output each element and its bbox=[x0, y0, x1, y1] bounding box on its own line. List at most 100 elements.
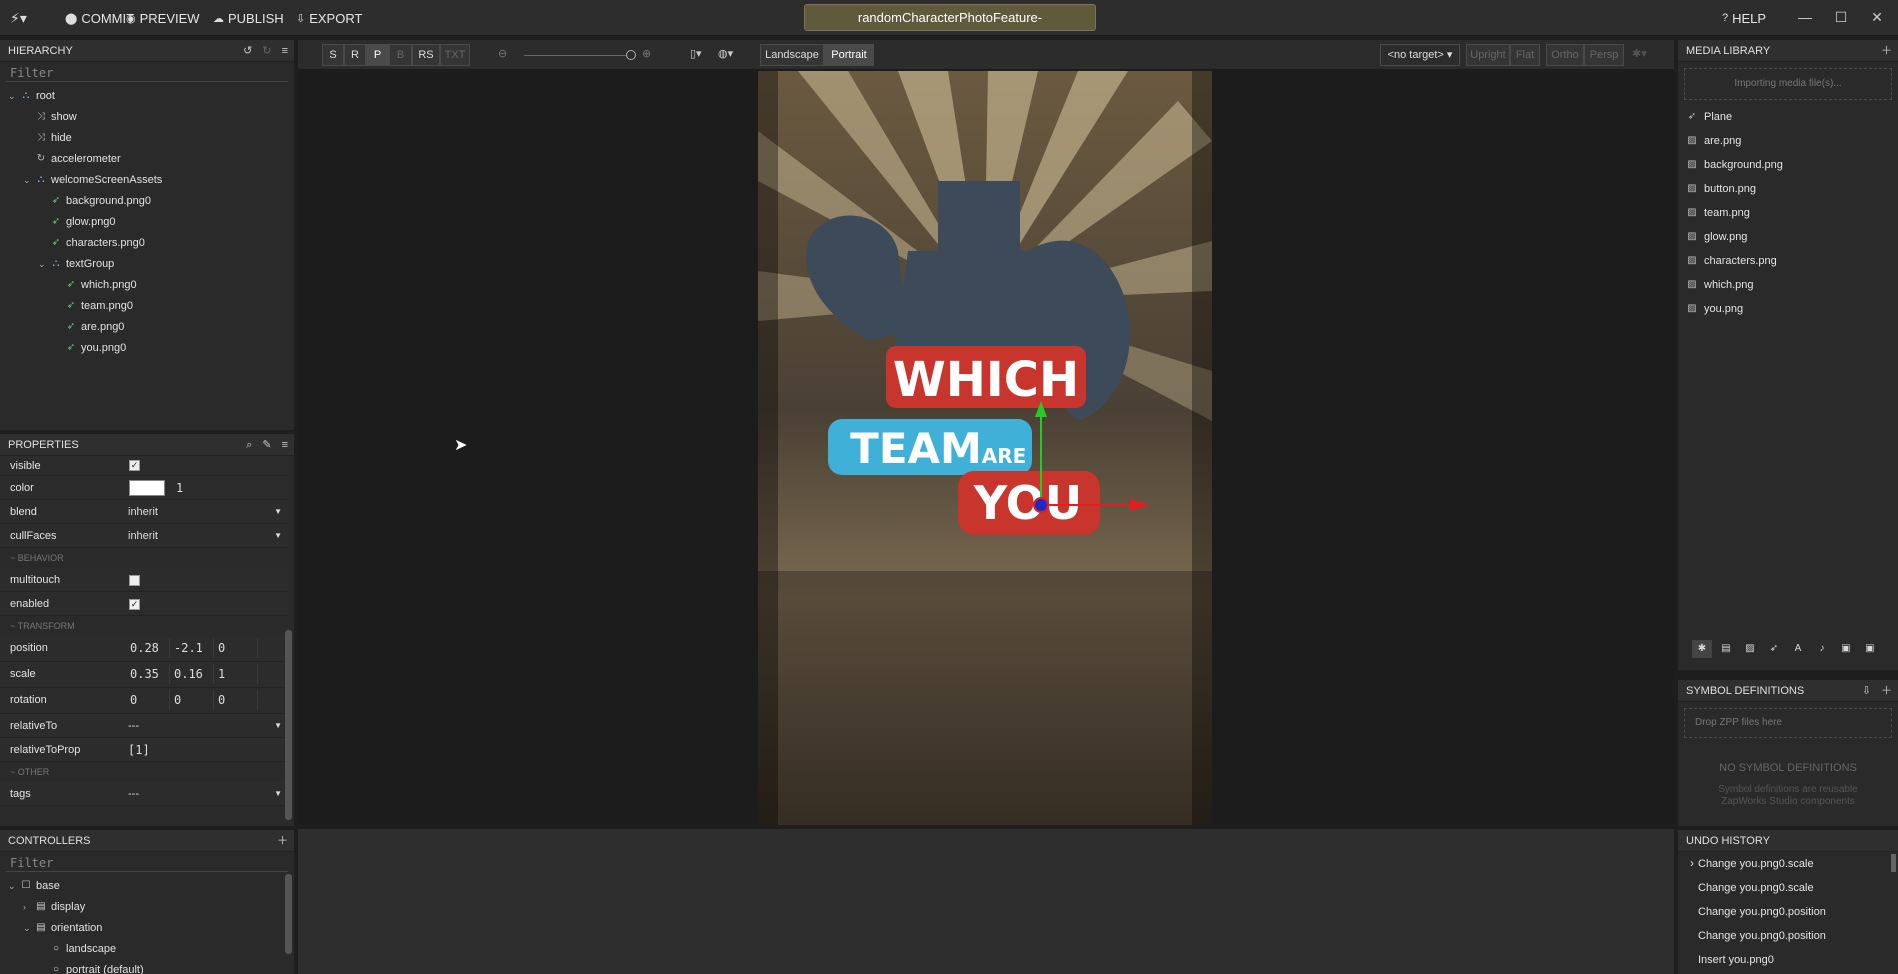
multitouch-checkbox[interactable] bbox=[129, 575, 140, 586]
undo-item[interactable]: Change you.png0.scale bbox=[1698, 878, 1814, 898]
enabled-checkbox[interactable]: ✓ bbox=[129, 599, 140, 610]
export-button[interactable]: ⇩ EXPORT bbox=[296, 10, 362, 26]
scale-y-input[interactable]: 0.16 bbox=[172, 664, 214, 684]
hierarchy-item-show[interactable]: ⤨ show bbox=[23, 108, 77, 126]
color-swatch[interactable] bbox=[129, 480, 165, 496]
chevron-right-icon[interactable]: › bbox=[23, 898, 31, 916]
file-filter-icon[interactable]: ▤ bbox=[1716, 640, 1736, 658]
media-filter-icon[interactable]: ▣ bbox=[1860, 640, 1880, 658]
add-icon[interactable]: ＋ bbox=[277, 830, 288, 852]
tool-b-button[interactable]: B bbox=[389, 44, 412, 66]
undo-item[interactable]: Change you.png0.scale bbox=[1698, 854, 1814, 874]
hierarchy-item-are-png0[interactable]: ➶ are.png0 bbox=[53, 318, 125, 336]
relativetoprop-value[interactable]: [1] bbox=[128, 740, 150, 760]
tool-s-button[interactable]: S bbox=[322, 44, 344, 66]
hierarchy-item-you-png0[interactable]: ➶ you.png0 bbox=[53, 339, 126, 357]
pencil-icon[interactable]: ✎ bbox=[262, 434, 271, 456]
hierarchy-item-welcomescreenassets[interactable]: ⌄ ⛬ welcomeScreenAssets bbox=[23, 171, 162, 189]
relativeto-select[interactable]: --- ▼ bbox=[128, 716, 286, 736]
zoom-out-icon[interactable]: ⊖ bbox=[498, 47, 507, 60]
help-button[interactable]: ? HELP bbox=[1722, 10, 1766, 26]
flat-button[interactable]: Flat bbox=[1510, 44, 1540, 66]
minimize-icon[interactable]: — bbox=[1793, 6, 1817, 28]
visible-checkbox[interactable]: ✓ bbox=[129, 460, 140, 471]
media-item-button-png[interactable]: ▨ button.png bbox=[1686, 179, 1756, 199]
gear-icon[interactable]: ✱▾ bbox=[1632, 47, 1647, 60]
controllers-scrollbar[interactable] bbox=[285, 874, 292, 954]
upright-button[interactable]: Upright bbox=[1466, 44, 1510, 66]
zpp-dropzone[interactable]: Drop ZPP files here bbox=[1684, 708, 1892, 738]
position-y-input[interactable]: -2.1 bbox=[172, 638, 214, 658]
hierarchy-item-characters-png0[interactable]: ➶ characters.png0 bbox=[38, 234, 145, 252]
hierarchy-item-hide[interactable]: ⤨ hide bbox=[23, 129, 72, 147]
zoom-slider-handle[interactable] bbox=[626, 50, 636, 60]
ortho-button[interactable]: Ortho bbox=[1546, 44, 1584, 66]
hierarchy-item-glow-png0[interactable]: ➶ glow.png0 bbox=[38, 213, 116, 231]
close-icon[interactable]: ✕ bbox=[1865, 6, 1889, 28]
redo-icon[interactable]: ↻ bbox=[262, 40, 271, 62]
font-filter-icon[interactable]: A bbox=[1788, 640, 1808, 658]
tool-p-button[interactable]: P bbox=[366, 44, 389, 66]
chevron-down-icon[interactable]: ⌄ bbox=[8, 877, 16, 895]
hierarchy-item-team-png0[interactable]: ➶ team.png0 bbox=[53, 297, 133, 315]
document-title[interactable]: randomCharacterPhotoFeature- bbox=[804, 4, 1096, 31]
tool-rs-button[interactable]: RS bbox=[412, 44, 440, 66]
controller-item-display[interactable]: › ▤ display bbox=[23, 898, 85, 916]
properties-scrollbar[interactable] bbox=[285, 630, 292, 820]
media-item-team-png[interactable]: ▨ team.png bbox=[1686, 203, 1750, 223]
chevron-down-icon[interactable]: ⌄ bbox=[23, 919, 31, 937]
media-item-plane[interactable]: ➶ Plane bbox=[1686, 107, 1732, 127]
cullfaces-select[interactable]: inherit ▼ bbox=[128, 526, 286, 546]
media-import-dropzone[interactable]: Importing media file(s)... bbox=[1684, 68, 1892, 100]
zoom-in-icon[interactable]: ⊕ bbox=[642, 47, 651, 60]
add-icon[interactable]: ＋ bbox=[1881, 40, 1892, 62]
undo-scrollbar[interactable] bbox=[1891, 854, 1896, 872]
position-z-input[interactable]: 0 bbox=[216, 638, 258, 658]
rotation-y-input[interactable]: 0 bbox=[172, 690, 214, 710]
blend-select[interactable]: inherit ▼ bbox=[128, 502, 286, 522]
hierarchy-item-textgroup[interactable]: ⌄ ⛬ textGroup bbox=[38, 255, 114, 273]
chevron-down-icon[interactable]: ⌄ bbox=[38, 255, 46, 273]
media-item-characters-png[interactable]: ▨ characters.png bbox=[1686, 251, 1777, 271]
other-section-label[interactable]: ~ OTHER bbox=[10, 762, 49, 782]
behavior-section-label[interactable]: ~ BEHAVIOR bbox=[10, 548, 64, 568]
controller-item-landscape[interactable]: ○ landscape bbox=[38, 940, 116, 958]
undo-item[interactable]: Change you.png0.position bbox=[1698, 926, 1826, 946]
undo-item[interactable]: Insert you.png0 bbox=[1698, 950, 1774, 970]
all-filter-icon[interactable]: ✱ bbox=[1692, 640, 1712, 658]
menu-icon[interactable]: ≡ bbox=[282, 434, 288, 456]
hierarchy-item-background-png0[interactable]: ➶ background.png0 bbox=[38, 192, 151, 210]
device-icon[interactable]: ▯▾ bbox=[690, 47, 702, 60]
menu-icon[interactable]: ≡ bbox=[282, 40, 288, 62]
media-item-you-png[interactable]: ▨ you.png bbox=[1686, 299, 1743, 319]
rotation-z-input[interactable]: 0 bbox=[216, 690, 258, 710]
media-item-glow-png[interactable]: ▨ glow.png bbox=[1686, 227, 1747, 247]
media-item-background-png[interactable]: ▨ background.png bbox=[1686, 155, 1783, 175]
portrait-button[interactable]: Portrait bbox=[824, 44, 874, 66]
controllers-filter-input[interactable]: Filter bbox=[6, 854, 288, 872]
media-item-which-png[interactable]: ▨ which.png bbox=[1686, 275, 1753, 295]
tool-txt-button[interactable]: TXT bbox=[440, 44, 470, 66]
controller-item-orientation[interactable]: ⌄ ▤ orientation bbox=[23, 919, 102, 937]
transform-section-label[interactable]: ~ TRANSFORM bbox=[10, 616, 75, 636]
color-alpha-value[interactable]: 1 bbox=[176, 478, 183, 498]
scale-z-input[interactable]: 1 bbox=[216, 664, 258, 684]
target-select[interactable]: <no target> ▾ bbox=[1380, 44, 1460, 66]
hierarchy-filter-input[interactable]: Filter bbox=[6, 64, 288, 82]
undo-icon[interactable]: ↺ bbox=[243, 40, 252, 62]
publish-button[interactable]: ☁ PUBLISH bbox=[213, 10, 284, 26]
media-item-are-png[interactable]: ▨ are.png bbox=[1686, 131, 1741, 151]
tags-select[interactable]: --- ▼ bbox=[128, 784, 286, 804]
hierarchy-item-which-png0[interactable]: ➶ which.png0 bbox=[53, 276, 137, 294]
chevron-down-icon[interactable]: ⌄ bbox=[8, 87, 16, 105]
preview-button[interactable]: ◉ PREVIEW bbox=[126, 10, 200, 26]
globe-icon[interactable]: ◍▾ bbox=[718, 47, 733, 60]
position-x-input[interactable]: 0.28 bbox=[128, 638, 170, 658]
tool-r-button[interactable]: R bbox=[344, 44, 366, 66]
image-filter-icon[interactable]: ▨ bbox=[1740, 640, 1760, 658]
app-logo-icon[interactable]: ⚡▾ bbox=[10, 10, 38, 26]
hierarchy-item-root[interactable]: ⌄ ⛬ root bbox=[8, 87, 55, 105]
undo-item[interactable]: Change you.png0.position bbox=[1698, 902, 1826, 922]
hierarchy-item-accelerometer[interactable]: ↻ accelerometer bbox=[23, 150, 121, 168]
video-filter-icon[interactable]: ▣ bbox=[1836, 640, 1856, 658]
